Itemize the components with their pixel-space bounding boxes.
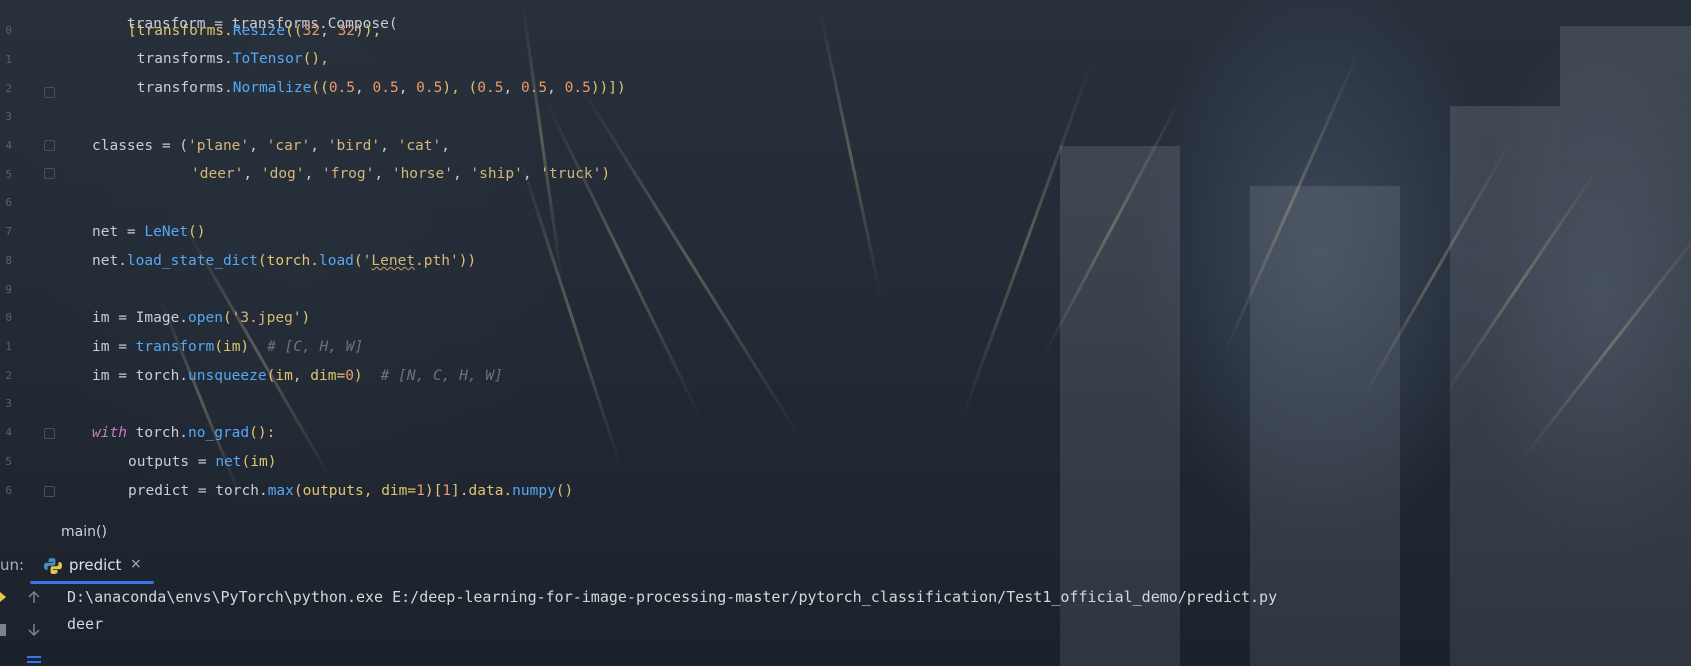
close-icon[interactable]: ×: [130, 556, 142, 572]
line-number: 4: [5, 139, 12, 152]
line-number: 1: [5, 340, 12, 353]
line-number: 0: [5, 311, 12, 324]
run-tab-predict[interactable]: predict ×: [30, 551, 154, 584]
code-line: im = torch.unsqueeze(im, dim=0) # [N, C, …: [92, 368, 503, 384]
code-line: net.load_state_dict(torch.load('Lenet.pt…: [92, 253, 477, 269]
run-label: un:: [0, 556, 25, 574]
fold-marker-icon[interactable]: [44, 140, 55, 151]
console-output-line: deer: [67, 615, 104, 633]
stop-icon[interactable]: [0, 624, 6, 636]
fold-marker-icon[interactable]: [44, 87, 55, 98]
arrow-down-icon[interactable]: [27, 623, 41, 637]
run-console[interactable]: D:\anaconda\envs\PyTorch\python.exe E:/d…: [0, 584, 1691, 666]
line-number: 6: [5, 484, 12, 497]
fold-marker-icon[interactable]: [44, 428, 55, 439]
code-line: im = transform(im) # [C, H, W]: [92, 339, 364, 355]
python-icon: [44, 558, 62, 574]
line-number: 3: [5, 110, 12, 123]
line-number: 5: [5, 168, 12, 181]
fold-marker-icon[interactable]: [44, 168, 55, 179]
line-number: 2: [5, 82, 12, 95]
breadcrumb[interactable]: main(): [0, 515, 1691, 551]
line-number: 4: [5, 426, 12, 439]
code-line: transforms.ToTensor(),: [128, 51, 329, 67]
code-line: net = LeNet(): [92, 224, 206, 240]
code-line: im = Image.open('3.jpeg'): [92, 310, 311, 326]
line-number: 3: [5, 397, 12, 410]
line-number: 2: [5, 369, 12, 382]
code-line: transform = transforms.Compose(: [126, 16, 398, 32]
code-line: outputs = net(im): [128, 454, 277, 470]
code-line: classes = ('plane', 'car', 'bird', 'cat'…: [92, 138, 450, 154]
breadcrumb-item-main[interactable]: main(): [61, 524, 107, 540]
code-line: [transforms.Resize((32, 32)),: [128, 23, 382, 39]
code-line: transforms.Normalize((0.5, 0.5, 0.5), (0…: [128, 80, 626, 96]
line-number: 7: [5, 225, 12, 238]
code-editor[interactable]: 0 1 2 3 4 5 6 7 8 9 0 1 2 3 4 5 6 transf…: [0, 0, 1691, 515]
fold-marker-icon[interactable]: [44, 486, 55, 497]
line-number: 6: [5, 196, 12, 209]
code-line: 'deer', 'dog', 'frog', 'horse', 'ship', …: [191, 166, 611, 182]
console-command-line: D:\anaconda\envs\PyTorch\python.exe E:/d…: [67, 588, 1278, 606]
arrow-up-icon[interactable]: [27, 590, 41, 604]
menu-icon[interactable]: [27, 656, 41, 666]
run-toolbar: un: predict ×: [0, 551, 1691, 584]
line-number: 5: [5, 455, 12, 468]
code-line: with torch.no_grad():: [92, 425, 276, 441]
line-number: 1: [5, 53, 12, 66]
code-line: predict = torch.max(outputs, dim=1)[1].d…: [128, 483, 574, 499]
run-icon[interactable]: [0, 592, 6, 602]
run-tab-label: predict: [69, 556, 122, 574]
line-number: 0: [5, 24, 12, 37]
line-number: 9: [5, 283, 12, 296]
line-number: 8: [5, 254, 12, 267]
